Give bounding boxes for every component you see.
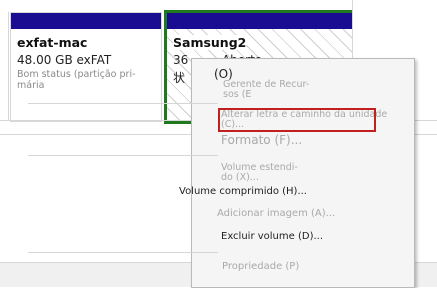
highlight-frame	[218, 108, 376, 132]
partition-name: exfat-mac	[17, 35, 88, 50]
menu-item-shrink-volume[interactable]: Volume comprimido (H)...	[179, 186, 307, 197]
disk-left-cell	[0, 12, 9, 120]
partition-name: Samsung2	[173, 35, 247, 50]
menu-separator	[28, 155, 218, 156]
partition-size: 36	[173, 53, 189, 67]
menu-item-properties[interactable]: Propriedade (P)	[222, 261, 299, 272]
partition-status: Bom status (partição pri- mária	[17, 69, 136, 91]
menu-item-add-mirror[interactable]: Adicionar imagem (A)...	[217, 208, 335, 219]
menu-item-extend-volume[interactable]: Volume estendi- do (X)...	[221, 163, 298, 183]
menu-item-resource-manager[interactable]: Gerente de Recur- sos (E	[223, 80, 309, 100]
menu-separator	[28, 252, 218, 253]
menu-separator	[28, 103, 218, 104]
partition-exfat-mac[interactable]: exfat-mac 48.00 GB exFAT Bom status (par…	[10, 12, 162, 122]
partition-status-glyph: 状	[173, 71, 186, 85]
partition-type-bar	[11, 13, 161, 29]
partition-size-fs: 48.00 GB exFAT	[17, 53, 112, 67]
menu-item-delete-volume[interactable]: Excluir volume (D)...	[221, 231, 323, 242]
menu-item-format[interactable]: Formato (F)...	[221, 134, 302, 146]
partition-type-bar	[167, 13, 353, 29]
